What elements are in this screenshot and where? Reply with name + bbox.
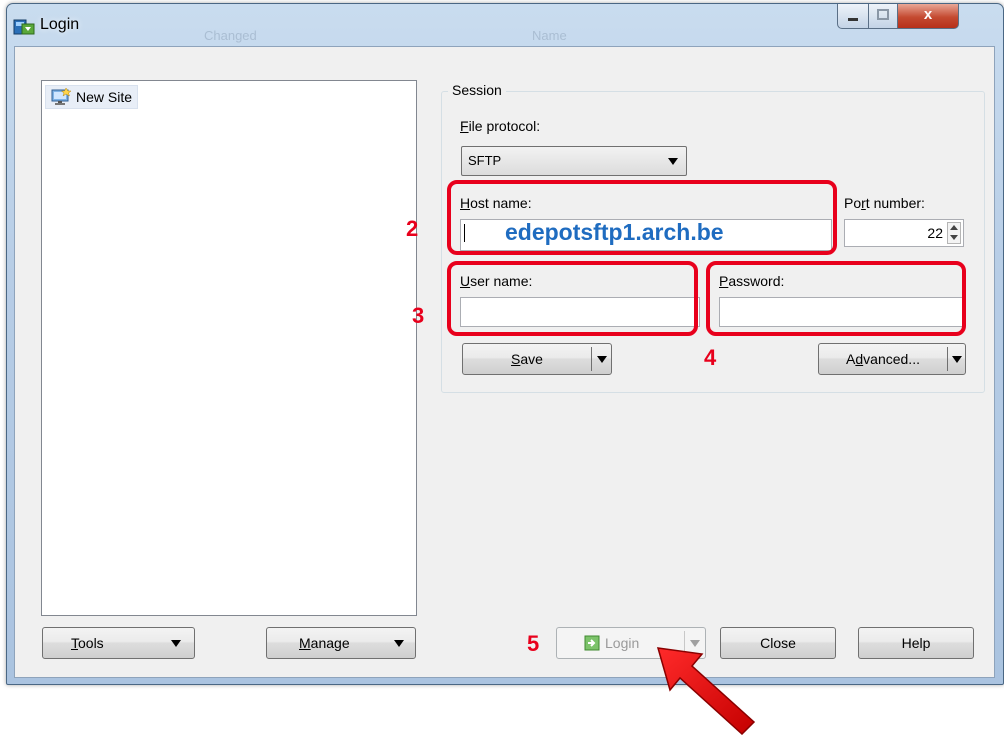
chevron-down-icon bbox=[668, 158, 678, 165]
red-pointer-arrow-icon bbox=[656, 647, 756, 735]
close-window-button[interactable]: x bbox=[897, 4, 959, 29]
manage-label: Manage bbox=[299, 635, 350, 651]
winscp-app-icon bbox=[13, 19, 35, 35]
site-item-new-site[interactable]: New Site bbox=[45, 85, 139, 109]
save-label: Save bbox=[511, 351, 543, 367]
manage-chevron-down-icon bbox=[394, 640, 404, 647]
save-split-divider bbox=[591, 347, 592, 371]
minimize-button[interactable] bbox=[837, 4, 869, 29]
file-protocol-select[interactable]: SFTP bbox=[461, 146, 687, 176]
login-window: Login Changed Name x New Site Session Fi… bbox=[6, 3, 1004, 685]
new-site-monitor-icon bbox=[51, 88, 71, 105]
highlight-host-name bbox=[447, 180, 837, 255]
tools-button[interactable]: Tools bbox=[42, 627, 195, 659]
spin-down-icon bbox=[950, 235, 958, 240]
window-title: Login bbox=[40, 16, 80, 33]
minimize-icon bbox=[848, 18, 858, 21]
advanced-split-divider bbox=[947, 347, 948, 371]
ghost-column-name: Name bbox=[532, 28, 567, 43]
advanced-dropdown-chevron-down-icon[interactable] bbox=[952, 356, 962, 363]
file-protocol-value: SFTP bbox=[468, 153, 502, 168]
tools-label: Tools bbox=[71, 635, 104, 651]
login-label: Login bbox=[605, 635, 640, 651]
highlight-password bbox=[706, 261, 966, 336]
help-label: Help bbox=[901, 635, 931, 651]
tools-chevron-down-icon bbox=[171, 640, 181, 647]
save-dropdown-chevron-down-icon[interactable] bbox=[597, 356, 607, 363]
site-tree[interactable]: New Site bbox=[41, 80, 417, 616]
step-number-5: 5 bbox=[527, 631, 540, 656]
title-bar[interactable]: Login Changed Name x bbox=[7, 4, 1003, 46]
advanced-label: Advanced... bbox=[846, 351, 920, 367]
step-number-4: 4 bbox=[704, 345, 717, 370]
close-icon: x bbox=[923, 6, 933, 23]
spin-up-icon bbox=[950, 225, 958, 230]
save-button[interactable]: Save bbox=[462, 343, 612, 375]
port-number-label: Port number: bbox=[844, 195, 925, 211]
ghost-column-changed: Changed bbox=[204, 28, 257, 43]
step-number-2: 2 bbox=[406, 216, 419, 241]
login-icon bbox=[584, 635, 600, 651]
port-number-input[interactable]: 22 bbox=[844, 219, 964, 247]
session-legend: Session bbox=[448, 82, 506, 98]
help-button[interactable]: Help bbox=[858, 627, 974, 659]
port-spinner[interactable] bbox=[947, 222, 961, 244]
highlight-user-name bbox=[447, 261, 698, 336]
dialog-client-area: New Site Session File protocol: SFTP Hos… bbox=[14, 46, 995, 678]
site-item-label: New Site bbox=[76, 89, 133, 105]
maximize-icon bbox=[877, 9, 889, 20]
port-number-value: 22 bbox=[927, 225, 943, 241]
file-protocol-label: File protocol: bbox=[460, 118, 541, 134]
advanced-button[interactable]: Advanced... bbox=[818, 343, 966, 375]
maximize-button[interactable] bbox=[868, 4, 898, 29]
step-number-3: 3 bbox=[412, 303, 425, 328]
manage-button[interactable]: Manage bbox=[266, 627, 416, 659]
